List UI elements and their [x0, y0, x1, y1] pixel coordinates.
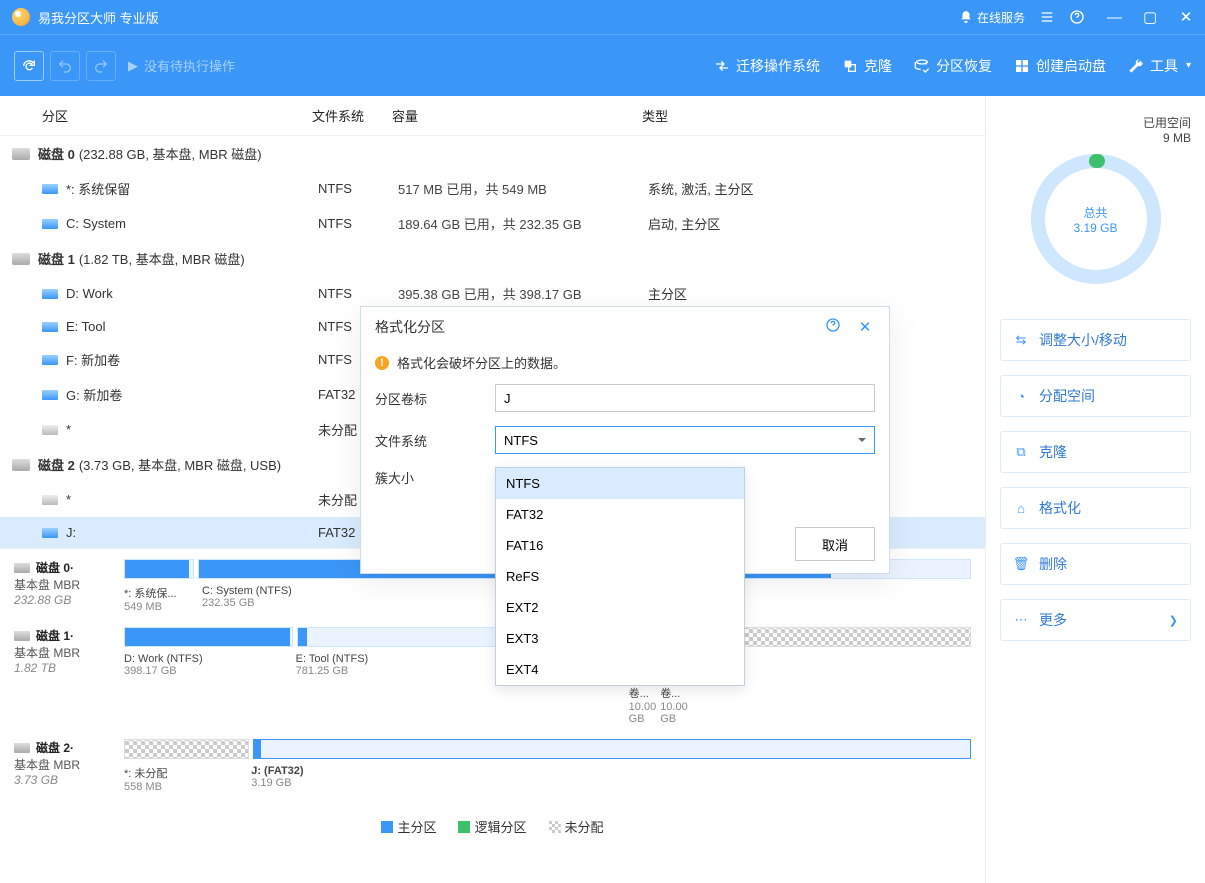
partition-icon: [42, 495, 58, 505]
title-bar: 易我分区大师 专业版 在线服务 — ▢ ✕: [0, 0, 1205, 34]
clone-button[interactable]: 克隆: [842, 56, 892, 76]
redo-button[interactable]: [86, 51, 116, 81]
disk-map: 磁盘 0· 基本盘 MBR 232.88 GB *: 系统保...549 MB …: [0, 548, 985, 846]
pie-icon: ◔: [1013, 388, 1029, 404]
usage-donut: 总共 3.19 GB: [1026, 149, 1166, 289]
legend: 主分区 逻辑分区 未分配: [14, 807, 971, 846]
volume-label-label: 分区卷标: [375, 389, 495, 408]
chevron-down-icon: [858, 438, 866, 446]
segment[interactable]: [124, 559, 194, 579]
copy-icon: ⧉: [1013, 444, 1029, 460]
fs-option[interactable]: FAT32: [496, 499, 744, 530]
partition-icon: [42, 390, 58, 400]
cluster-size-label: 簇大小: [375, 468, 495, 487]
chevron-down-icon: ▾: [1186, 60, 1191, 71]
migrate-os-button[interactable]: 迁移操作系统: [714, 56, 820, 76]
legend-swatch-unallocated: [549, 821, 561, 833]
disk-icon: [14, 563, 30, 573]
app-logo-icon: [12, 8, 30, 26]
undo-button[interactable]: [50, 51, 80, 81]
partition-row[interactable]: C: System NTFS 189.64 GB 已用，共 232.35 GB …: [0, 206, 985, 241]
disk-icon: [12, 459, 30, 471]
fs-option[interactable]: EXT4: [496, 654, 744, 685]
partition-icon: [42, 219, 58, 229]
partition-icon: [42, 425, 58, 435]
fs-option[interactable]: EXT3: [496, 623, 744, 654]
partition-table-header: 分区 文件系统 容量 类型: [0, 96, 985, 136]
disk-icon: [14, 743, 30, 753]
fs-option[interactable]: FAT16: [496, 530, 744, 561]
resize-icon: ⇆: [1013, 332, 1029, 348]
minimize-button[interactable]: —: [1107, 9, 1121, 26]
online-service-button[interactable]: 在线服务: [959, 9, 1025, 26]
bell-icon: [959, 10, 973, 24]
partition-recovery-button[interactable]: 分区恢复: [914, 56, 992, 76]
col-partition: 分区: [12, 106, 312, 125]
partition-row[interactable]: *: 系统保留 NTFS 517 MB 已用，共 549 MB 系统, 激活, …: [0, 171, 985, 206]
partition-icon: [42, 289, 58, 299]
filesystem-select[interactable]: NTFS: [495, 426, 875, 454]
help-icon[interactable]: [1069, 9, 1085, 25]
trash-icon: 🗑: [1013, 556, 1029, 572]
filesystem-dropdown[interactable]: NTFS FAT32 FAT16 ReFS EXT2 EXT3 EXT4: [495, 467, 745, 686]
partition-icon: [42, 355, 58, 365]
partition-icon: [42, 528, 58, 538]
dialog-cancel-button[interactable]: 取消: [795, 527, 875, 561]
format-partition-button[interactable]: ⌂格式化: [1000, 487, 1191, 529]
legend-swatch-logical: [458, 821, 470, 833]
clone-partition-button[interactable]: ⧉克隆: [1000, 431, 1191, 473]
disk-row[interactable]: 磁盘 0 (232.88 GB, 基本盘, MBR 磁盘): [0, 136, 985, 171]
app-title: 易我分区大师 专业版: [38, 8, 159, 27]
bootable-media-button[interactable]: 创建启动盘: [1014, 56, 1106, 76]
legend-swatch-primary: [381, 821, 393, 833]
more-icon: ⋯: [1013, 612, 1029, 628]
main-toolbar: ▶ 没有待执行操作 迁移操作系统 克隆 分区恢复 创建启动盘 工具▾: [0, 34, 1205, 96]
chevron-right-icon: ❯: [1169, 614, 1178, 627]
used-space-label: 已用空间9 MB: [1000, 114, 1191, 145]
segment-selected[interactable]: [253, 739, 971, 759]
filesystem-label: 文件系统: [375, 431, 495, 450]
disk-bar: 磁盘 1· 基本盘 MBR 1.82 TB D: Work (NTFS)398.…: [14, 627, 971, 725]
format-icon: ⌂: [1013, 500, 1029, 516]
partition-icon: [42, 322, 58, 332]
dialog-title: 格式化分区: [375, 317, 445, 337]
volume-label-input[interactable]: [495, 384, 875, 412]
resize-move-button[interactable]: ⇆调整大小/移动: [1000, 319, 1191, 361]
disk-row[interactable]: 磁盘 1 (1.82 TB, 基本盘, MBR 磁盘): [0, 241, 985, 276]
segment-unallocated[interactable]: [124, 739, 249, 759]
delete-partition-button[interactable]: 🗑删除: [1000, 543, 1191, 585]
tools-dropdown[interactable]: 工具▾: [1128, 56, 1191, 76]
partition-icon: [42, 184, 58, 194]
allocate-space-button[interactable]: ◔分配空间: [1000, 375, 1191, 417]
maximize-button[interactable]: ▢: [1143, 8, 1157, 26]
col-filesystem: 文件系统: [312, 106, 392, 125]
disk-icon: [12, 253, 30, 265]
col-type: 类型: [642, 106, 842, 125]
fs-option[interactable]: ReFS: [496, 561, 744, 592]
fs-option[interactable]: EXT2: [496, 592, 744, 623]
disk-icon: [14, 631, 30, 641]
segment[interactable]: [124, 627, 293, 647]
col-capacity: 容量: [392, 106, 642, 125]
close-button[interactable]: ✕: [1179, 8, 1193, 26]
disk-icon: [12, 148, 30, 160]
menu-icon[interactable]: [1039, 9, 1055, 25]
dialog-help-icon[interactable]: [823, 317, 843, 337]
warning-icon: !: [375, 356, 389, 370]
dialog-close-icon[interactable]: ✕: [855, 318, 875, 336]
refresh-button[interactable]: [14, 51, 44, 81]
side-panel: 已用空间9 MB 总共 3.19 GB ⇆调整大小/移动 ◔分配空间 ⧉克隆 ⌂…: [985, 96, 1205, 883]
more-operations-button[interactable]: ⋯更多 ❯: [1000, 599, 1191, 641]
fs-option[interactable]: NTFS: [496, 468, 744, 499]
disk-bar: 磁盘 2· 基本盘 MBR 3.73 GB *: 未分配558 MB J: (F…: [14, 739, 971, 793]
dialog-warning: ! 格式化会破坏分区上的数据。: [361, 347, 889, 384]
play-icon: ▶: [128, 58, 138, 74]
pending-ops-label: ▶ 没有待执行操作: [122, 56, 249, 75]
